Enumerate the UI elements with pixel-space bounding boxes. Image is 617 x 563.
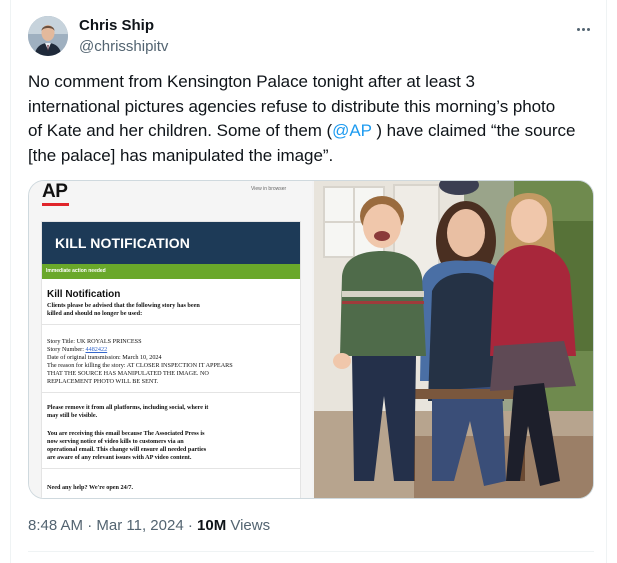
tweet-text-segment: of Kate and her children. Some of them ( — [28, 121, 333, 140]
more-dot — [581, 27, 585, 31]
tweet-text-line: No comment from Kensington Palace tonigh… — [28, 72, 475, 91]
tweet-text-line: international pictures agencies refuse t… — [28, 96, 556, 116]
view-in-browser-link: View in browser — [251, 186, 287, 192]
more-options-button[interactable] — [572, 20, 594, 38]
separator-dot: · — [183, 517, 198, 534]
tweet-text-line: [the palace] has manipulated the image”. — [28, 145, 334, 165]
person-avatar-icon — [28, 16, 68, 56]
email-body: KILL NOTIFICATION Immediate action neede… — [41, 221, 301, 498]
story-title: Story Title: UK ROYALS PRINCESS — [47, 338, 142, 345]
author-handle[interactable]: @chrisshipitv — [79, 38, 168, 55]
action-bar-label: Immediate action needed — [46, 268, 106, 274]
notice-line: are aware of any relevant issues with AP… — [47, 454, 192, 461]
notice-line: now serving notice of video kills to cus… — [47, 438, 184, 445]
email-intro-line: Clients please be advised that the follo… — [47, 302, 200, 309]
email-divider — [42, 468, 300, 469]
kill-reason-line: The reason for killing the story: AT CLO… — [47, 362, 233, 369]
kill-banner-title: KILL NOTIFICATION — [55, 235, 190, 251]
girl-skirt — [490, 341, 576, 391]
bottom-divider — [28, 551, 594, 552]
boy-hand — [333, 353, 351, 369]
separator-dot: · — [83, 517, 97, 534]
action-bar: Immediate action needed — [42, 264, 300, 279]
notice-line: You are receiving this email because The… — [47, 430, 205, 437]
tweet-time[interactable]: 8:48 AM — [28, 517, 83, 534]
notice-line: operational email. This change will ensu… — [47, 446, 207, 453]
email-intro-line: killed and should no longer be used: — [47, 310, 143, 317]
photo-chair-seat — [404, 389, 529, 399]
original-date: Date of original transmission: March 10,… — [47, 354, 162, 361]
story-number: Story Number: 4482422 — [47, 346, 297, 354]
views-count: 10M — [197, 517, 227, 534]
ap-logo: AP — [42, 181, 68, 202]
views-label: Views — [226, 517, 271, 534]
tweet-card: Chris Ship @chrisshipitv No comment from… — [10, 0, 607, 563]
remove-instruction-line: may still be visible. — [47, 412, 98, 419]
kill-reason-line: THAT THE SOURCE HAS MANIPULATED THE IMAG… — [47, 370, 209, 377]
tweet-timestamp-row: 8:48 AM · Mar 11, 2024 · 10M Views — [28, 517, 270, 534]
tweet-date[interactable]: Mar 11, 2024 — [96, 517, 183, 534]
ap-logo-underline — [42, 203, 69, 206]
more-horizontal-icon — [576, 27, 580, 31]
mother-face — [447, 209, 485, 257]
media-image-photo[interactable] — [314, 181, 593, 498]
tweet-text: No comment from Kensington Palace tonigh… — [28, 70, 598, 168]
story-number-label: Story Number: — [47, 346, 86, 353]
more-dot — [586, 27, 590, 31]
tweet-media: AP View in browser KILL NOTIFICATION Imm… — [28, 180, 594, 499]
kill-heading: Kill Notification — [47, 289, 121, 300]
email-divider — [42, 324, 300, 325]
media-image-email[interactable]: AP View in browser KILL NOTIFICATION Imm… — [29, 181, 312, 498]
boy-sweater-stripe — [342, 291, 424, 297]
boy-face — [363, 204, 401, 248]
girl-face — [511, 199, 547, 243]
boy-sweater-stripe — [342, 301, 424, 304]
help-line: Need any help? We're open 24/7. — [47, 484, 134, 491]
story-number-link: 4482422 — [85, 346, 108, 353]
mention-link[interactable]: @AP — [332, 121, 372, 140]
tweet-text-line: of Kate and her children. Some of them (… — [28, 119, 598, 144]
boy-mouth — [374, 231, 390, 241]
kill-reason-line: REPLACEMENT PHOTO WILL BE SENT. — [47, 378, 159, 385]
remove-instruction-line: Please remove it from all platforms, inc… — [47, 404, 209, 411]
family-photo-illustration — [314, 181, 593, 498]
tweet-text-segment: ) have claimed “the source — [371, 121, 576, 140]
author-name[interactable]: Chris Ship — [79, 17, 154, 34]
email-divider — [42, 392, 300, 393]
author-avatar[interactable] — [28, 16, 68, 56]
kill-banner: KILL NOTIFICATION — [42, 222, 300, 264]
girl-cardigan — [490, 245, 576, 356]
